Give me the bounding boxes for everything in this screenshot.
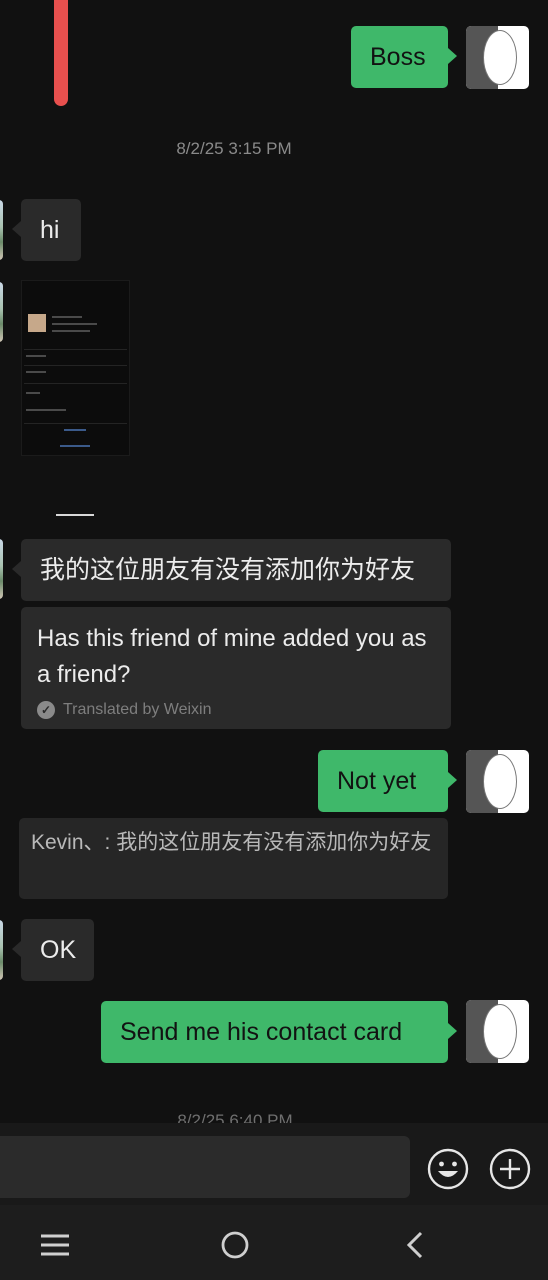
message-input[interactable] — [0, 1136, 410, 1198]
message-text: Not yet — [337, 767, 417, 795]
contact-avatar[interactable] — [0, 920, 3, 980]
message-text: hi — [40, 216, 60, 244]
contact-avatar[interactable] — [0, 282, 3, 342]
divider-line — [56, 514, 94, 516]
menu-icon[interactable] — [35, 1226, 75, 1264]
translation-text: Has this friend of mine added you as a f… — [37, 625, 427, 688]
contact-avatar[interactable] — [0, 200, 3, 260]
back-icon[interactable] — [395, 1226, 435, 1264]
my-avatar[interactable] — [466, 1000, 529, 1063]
timestamp: 8/2/25 3:15 PM — [176, 139, 292, 158]
message-text: 我的这位朋友有没有添加你为好友 — [40, 556, 416, 584]
home-icon[interactable] — [215, 1226, 255, 1264]
message-bubble-not-yet[interactable]: Not yet — [318, 750, 457, 812]
message-bubble-ok[interactable]: OK — [12, 919, 94, 981]
message-bubble-question[interactable]: 我的这位朋友有没有添加你为好友 — [12, 539, 451, 601]
translated-by-label: Translated by Weixin — [63, 701, 212, 718]
plus-icon[interactable] — [489, 1148, 531, 1190]
check-icon: ✓ — [37, 701, 55, 719]
my-avatar[interactable] — [466, 750, 529, 813]
red-annotation-mark — [54, 0, 68, 106]
my-avatar[interactable] — [466, 26, 529, 89]
image-message-thumbnail[interactable] — [21, 280, 130, 456]
message-bubble-send-card[interactable]: Send me his contact card — [101, 1001, 457, 1063]
quoted-message[interactable]: Kevin、: 我的这位朋友有没有添加你为好友 — [19, 818, 448, 899]
message-text: OK — [40, 936, 77, 964]
message-text: Boss — [370, 43, 426, 71]
timestamp: 8/2/25 6:40 PM — [177, 1111, 293, 1123]
system-navigation-bar — [0, 1205, 548, 1280]
message-bubble-boss[interactable]: Boss — [351, 26, 457, 88]
translation-card[interactable]: Has this friend of mine added you as a f… — [21, 607, 451, 729]
message-bubble-hi[interactable]: hi — [12, 199, 81, 261]
translation-attribution: ✓ Translated by Weixin — [37, 701, 435, 719]
message-text: Send me his contact card — [120, 1018, 403, 1046]
smiley-icon[interactable] — [427, 1148, 469, 1190]
contact-avatar[interactable] — [0, 539, 3, 599]
